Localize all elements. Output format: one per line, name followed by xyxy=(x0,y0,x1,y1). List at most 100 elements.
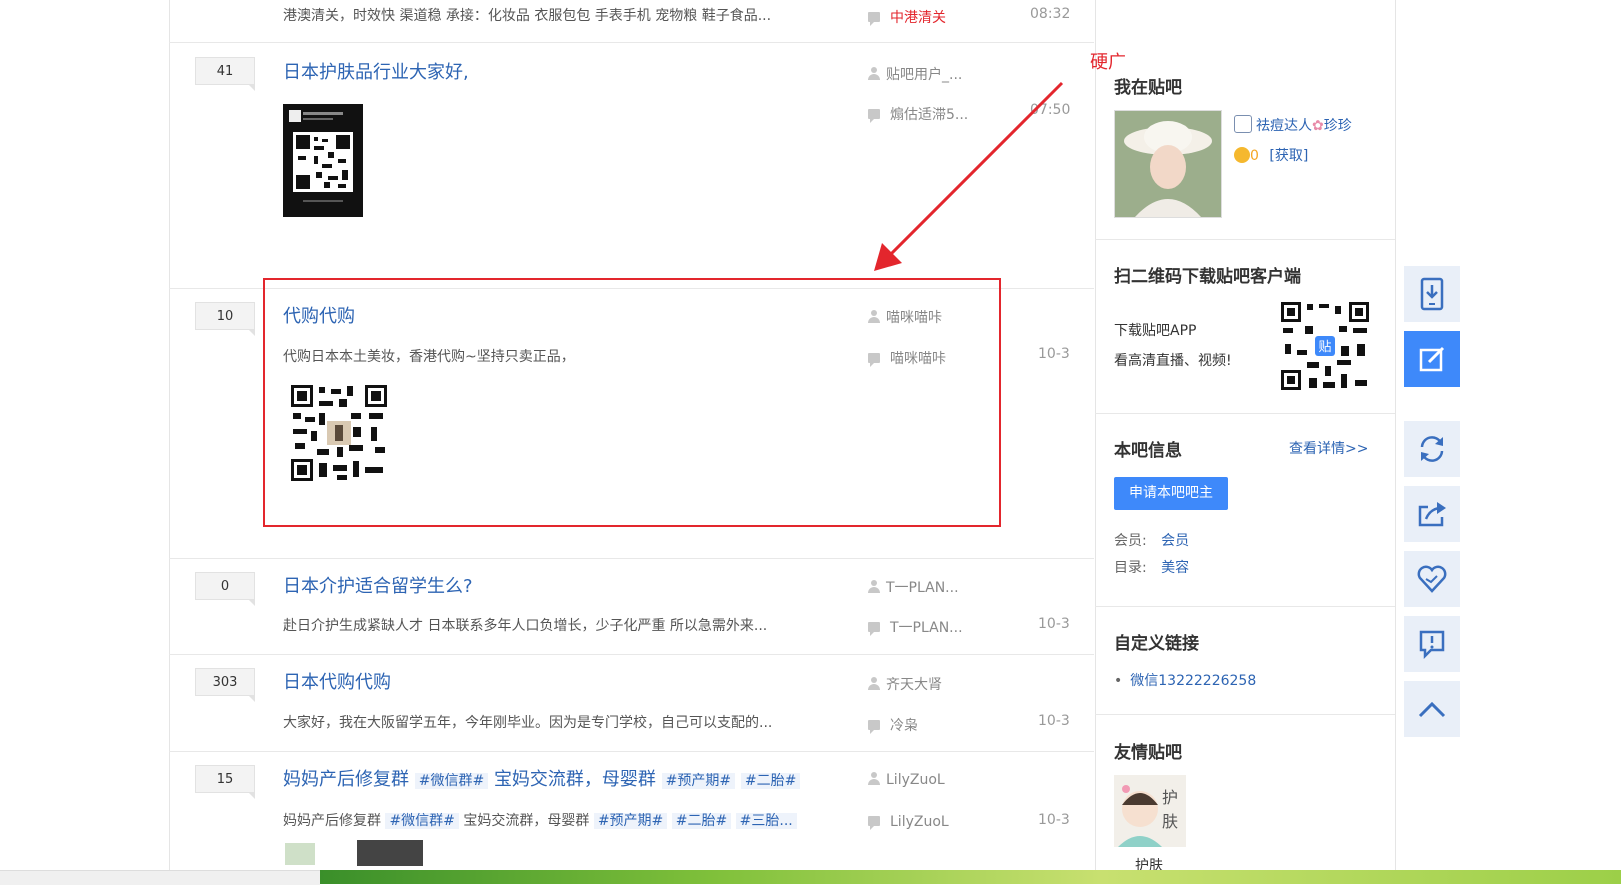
directory-link[interactable]: 美容 xyxy=(1161,560,1189,576)
download-app-button[interactable] xyxy=(1404,266,1460,322)
reply-count: 15 xyxy=(195,765,255,799)
avatar-image-icon xyxy=(1115,111,1221,217)
section-divider xyxy=(1095,413,1395,414)
svg-text:肤: 肤 xyxy=(1162,812,1178,831)
last-reply-user[interactable]: T一PLAN... xyxy=(868,617,963,637)
friend-bar-avatar[interactable]: 护 肤 xyxy=(1114,775,1186,847)
last-reply-name[interactable]: LilyZuoL xyxy=(890,814,949,830)
thread-title[interactable]: 日本介护适合留学生么? xyxy=(283,572,473,598)
user-icon xyxy=(868,580,880,593)
thread-abstract: 妈妈产后修复群 #微信群# 宝妈交流群，母婴群 #预产期# #二胎# #三胎..… xyxy=(283,810,797,830)
coin-count: 0 xyxy=(1250,148,1259,164)
custom-link-text[interactable]: 微信13222226258 xyxy=(1130,673,1256,689)
custom-links-title: 自定义链接 xyxy=(1114,634,1199,654)
user-icon xyxy=(868,772,880,785)
annotation-box xyxy=(263,278,1001,527)
thread-time: 10-3 xyxy=(1038,616,1070,632)
thread-author[interactable]: T一PLAN... xyxy=(868,577,959,597)
download-line1: 下载贴吧APP xyxy=(1114,323,1197,339)
thread-image-thumb[interactable] xyxy=(357,840,423,866)
thread-abstract: 大家好，我在大阪留学五年，今年刚毕业。因为是专门学校，自己可以支配的... xyxy=(283,715,773,731)
thread-title[interactable]: 日本代购代购 xyxy=(283,668,391,694)
abstract-tag[interactable]: #微信群# xyxy=(385,813,459,829)
bar-info-more-link[interactable]: 查看详情>> xyxy=(1289,438,1368,458)
taskbar-left xyxy=(0,870,320,885)
section-divider xyxy=(1095,239,1395,240)
desktop-taskbar xyxy=(320,870,1621,884)
apply-bar-master-button[interactable]: 申请本吧吧主 xyxy=(1114,477,1228,510)
refresh-button[interactable] xyxy=(1404,421,1460,477)
report-button[interactable] xyxy=(1404,616,1460,672)
report-icon xyxy=(1419,630,1445,660)
new-post-button[interactable] xyxy=(1404,331,1460,387)
coin-icon xyxy=(1234,147,1250,163)
user-name-text[interactable]: 祛痘达人 xyxy=(1256,118,1312,134)
thread-time: 10-3 xyxy=(1038,812,1070,828)
author-name[interactable]: LilyZuoL xyxy=(886,772,945,788)
section-divider xyxy=(1095,606,1395,607)
thread-author[interactable]: LilyZuoL xyxy=(868,772,945,788)
edit-icon xyxy=(1419,346,1445,372)
thread-abstract: 港澳清关，时效快 渠道稳 承接：化妆品 衣服包包 手表手机 宠物粮 鞋子食品..… xyxy=(283,8,772,24)
share-button[interactable] xyxy=(1404,486,1460,542)
svg-text:护: 护 xyxy=(1162,788,1178,807)
friend-bars-title: 友情贴吧 xyxy=(1114,743,1182,763)
title-tag[interactable]: #预产期# xyxy=(661,773,736,789)
download-title: 扫二维码下载贴吧客户端 xyxy=(1114,267,1301,287)
custom-link-item[interactable]: • 微信13222226258 xyxy=(1114,670,1256,690)
phone-download-icon xyxy=(1420,277,1444,311)
avatar[interactable] xyxy=(1114,110,1222,218)
thread-image-thumb[interactable] xyxy=(285,843,315,865)
last-reply-name[interactable]: T一PLAN... xyxy=(890,620,963,636)
level-badge-icon xyxy=(1234,115,1252,133)
abstract-tag[interactable]: #二胎# xyxy=(671,813,732,829)
title-text[interactable]: 宝妈交流群，母婴群 xyxy=(494,769,656,790)
chevron-up-icon xyxy=(1418,701,1446,718)
last-reply-name[interactable]: 冷枭 xyxy=(890,718,918,734)
directory-row: 目录: 美容 xyxy=(1114,557,1189,577)
bullet-icon: • xyxy=(1114,673,1123,689)
title-tag[interactable]: #二胎# xyxy=(740,773,801,789)
last-reply-user[interactable]: 中港清关 xyxy=(868,7,946,27)
thread-time: 10-3 xyxy=(1038,346,1070,362)
thread-abstract: 赴日介护生成紧缺人才 日本联系多年人口负增长，少子化严重 所以急需外来... xyxy=(283,618,768,634)
abstract-text: 妈妈产后修复群 xyxy=(283,813,381,829)
annotation-label: 硬广 xyxy=(1090,52,1126,73)
download-line2: 看高清直播、视频! xyxy=(1114,353,1232,369)
member-link[interactable]: 会员 xyxy=(1161,533,1189,549)
abstract-tag[interactable]: #三胎... xyxy=(735,813,797,829)
reply-icon xyxy=(868,622,880,636)
download-qr-code[interactable]: 贴 xyxy=(1279,300,1371,392)
author-name[interactable]: 齐天大肾 xyxy=(886,677,942,693)
share-icon xyxy=(1418,502,1446,527)
last-reply-user[interactable]: 冷枭 xyxy=(868,715,918,735)
back-to-top-button[interactable] xyxy=(1404,681,1460,737)
abstract-text: 宝妈交流群，母婴群 xyxy=(463,813,590,829)
last-reply-user[interactable]: LilyZuoL xyxy=(868,814,949,830)
my-bar-title: 我在贴吧 xyxy=(1114,78,1182,98)
user-name-suffix[interactable]: 珍珍 xyxy=(1324,118,1352,134)
thread-image[interactable] xyxy=(283,104,363,217)
heart-icon xyxy=(1417,565,1447,593)
thread-author[interactable]: 齐天大肾 xyxy=(868,674,942,694)
row-divider xyxy=(169,654,1094,655)
abstract-tag[interactable]: #预产期# xyxy=(593,813,668,829)
row-divider xyxy=(169,42,1094,43)
annotation-arrow-icon xyxy=(874,81,1064,271)
thread-title[interactable]: 妈妈产后修复群 #微信群# 宝妈交流群，母婴群 #预产期# #二胎# xyxy=(283,765,801,791)
last-reply-name[interactable]: 中港清关 xyxy=(890,10,946,26)
reply-icon xyxy=(868,12,880,26)
member-row: 会员: 会员 xyxy=(1114,530,1189,550)
user-name[interactable]: 祛痘达人✿珍珍 xyxy=(1234,115,1352,135)
thread-title[interactable]: 日本护肤品行业大家好, xyxy=(283,58,469,84)
title-text[interactable]: 妈妈产后修复群 xyxy=(283,769,409,790)
row-divider xyxy=(169,751,1094,752)
get-coins-link[interactable]: [获取] xyxy=(1269,148,1308,164)
svg-text:贴: 贴 xyxy=(1318,340,1331,355)
title-tag[interactable]: #微信群# xyxy=(414,773,489,789)
favorite-button[interactable] xyxy=(1404,551,1460,607)
refresh-icon xyxy=(1420,436,1444,462)
reply-icon xyxy=(868,720,880,734)
author-name[interactable]: T一PLAN... xyxy=(886,580,959,596)
row-divider xyxy=(169,558,1094,559)
